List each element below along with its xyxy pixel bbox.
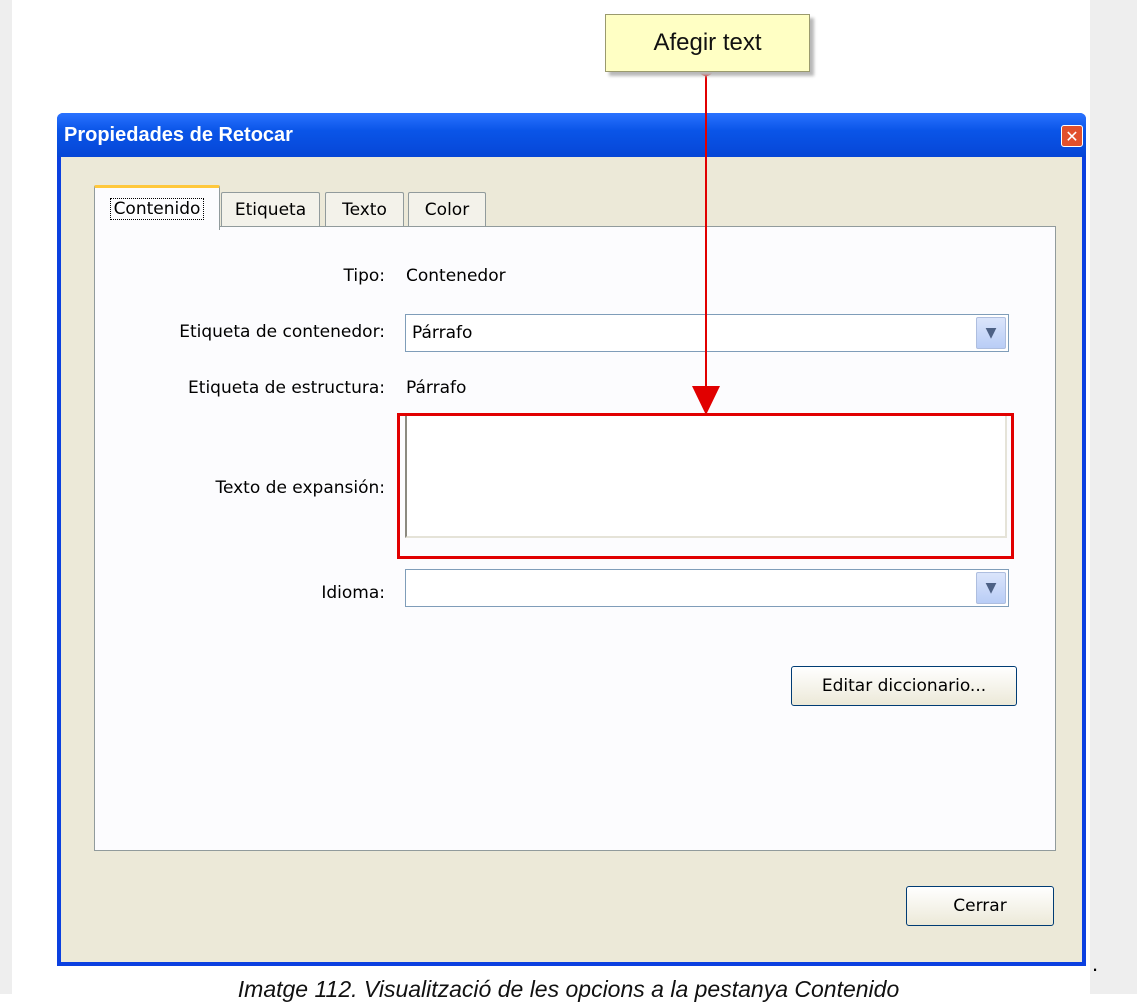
annotation-arrow: [692, 60, 720, 415]
arrow-head: [692, 386, 720, 415]
figure-caption: Imatge 112. Visualització de les opcions…: [237, 976, 900, 1002]
tab-contenido-label: Contenido: [109, 198, 205, 220]
callout-box: Afegir text: [605, 14, 810, 72]
trailing-period: .: [1092, 951, 1099, 976]
tab-contenido[interactable]: Contenido: [94, 185, 220, 230]
